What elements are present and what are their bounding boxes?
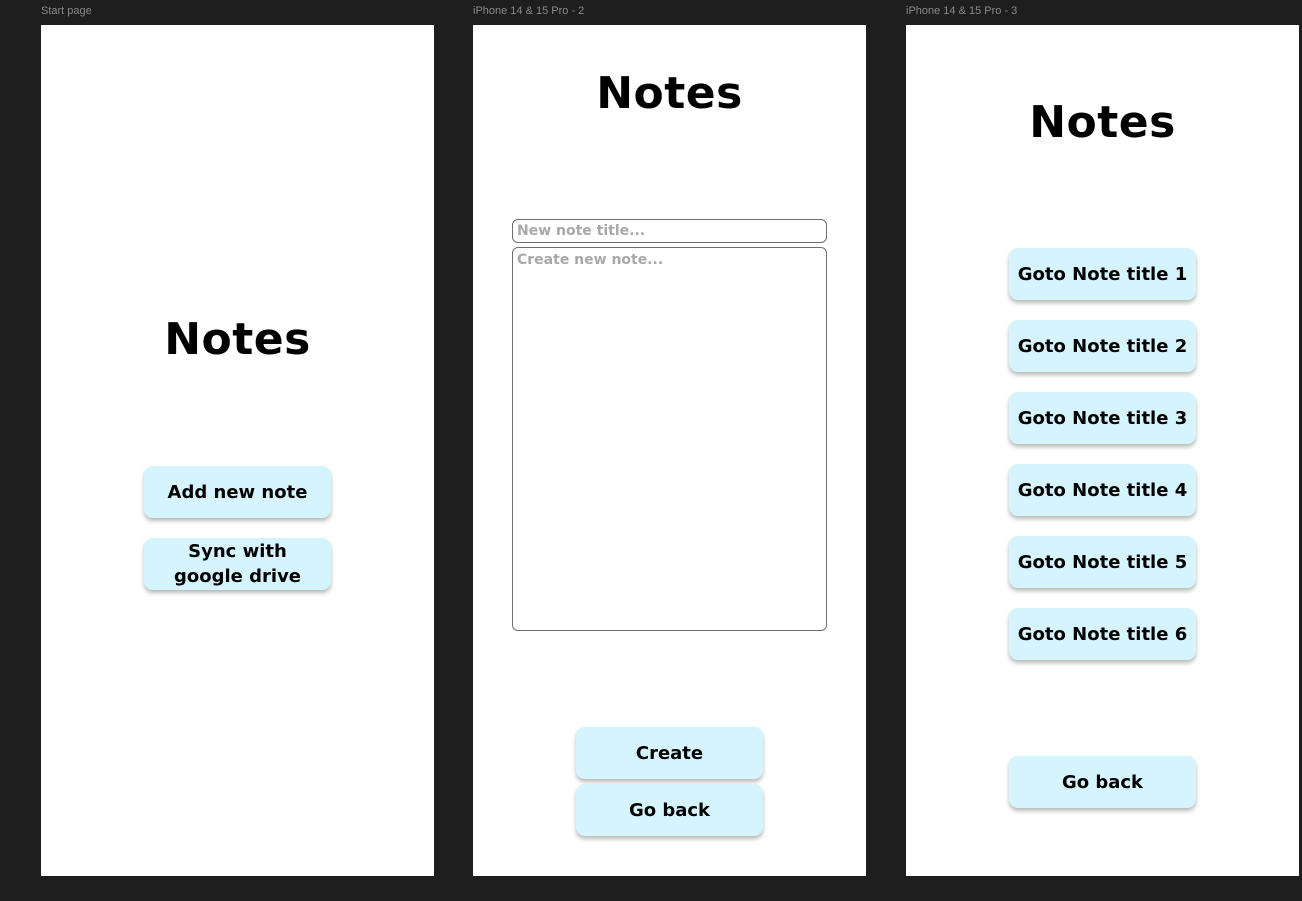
goto-note-label: Goto Note title 2 [1017,335,1188,357]
design-canvas: Start page Notes Add new note Sync with … [0,0,1302,901]
add-new-note-button[interactable]: Add new note [144,466,331,518]
goto-note-3-button[interactable]: Goto Note title 3 [1009,392,1196,444]
frame-note-list: Notes Goto Note title 1 Goto Note title … [906,25,1299,876]
note-title-input[interactable] [512,219,827,243]
frame-create-note: Notes Create Go back [473,25,866,876]
note-body-textarea[interactable] [512,247,827,631]
sync-google-drive-label: Sync with google drive [173,541,302,587]
go-back-button[interactable]: Go back [576,784,763,836]
goto-note-label: Goto Note title 6 [1017,623,1188,645]
goto-note-2-button[interactable]: Goto Note title 2 [1009,320,1196,372]
goto-note-label: Goto Note title 4 [1017,479,1188,501]
page-title: Notes [164,314,311,365]
goto-note-1-button[interactable]: Goto Note title 1 [1009,248,1196,300]
goto-note-6-button[interactable]: Goto Note title 6 [1009,608,1196,660]
frame-label-list[interactable]: iPhone 14 & 15 Pro - 3 [906,5,1017,17]
frame-start-page: Notes Add new note Sync with google driv… [41,25,434,876]
page-title: Notes [1029,97,1176,148]
goto-note-label: Goto Note title 1 [1017,263,1188,285]
go-back-button-label: Go back [1061,771,1144,793]
goto-note-5-button[interactable]: Goto Note title 5 [1009,536,1196,588]
go-back-button[interactable]: Go back [1009,756,1196,808]
create-button-label: Create [635,742,704,764]
frame-label-start[interactable]: Start page [41,5,92,17]
add-new-note-label: Add new note [167,481,308,503]
sync-google-drive-button[interactable]: Sync with google drive [144,538,331,590]
page-title: Notes [596,68,743,119]
create-button[interactable]: Create [576,727,763,779]
goto-note-label: Goto Note title 5 [1017,551,1188,573]
go-back-button-label: Go back [628,799,711,821]
frame-label-create[interactable]: iPhone 14 & 15 Pro - 2 [473,5,584,17]
goto-note-4-button[interactable]: Goto Note title 4 [1009,464,1196,516]
goto-note-label: Goto Note title 3 [1017,407,1188,429]
